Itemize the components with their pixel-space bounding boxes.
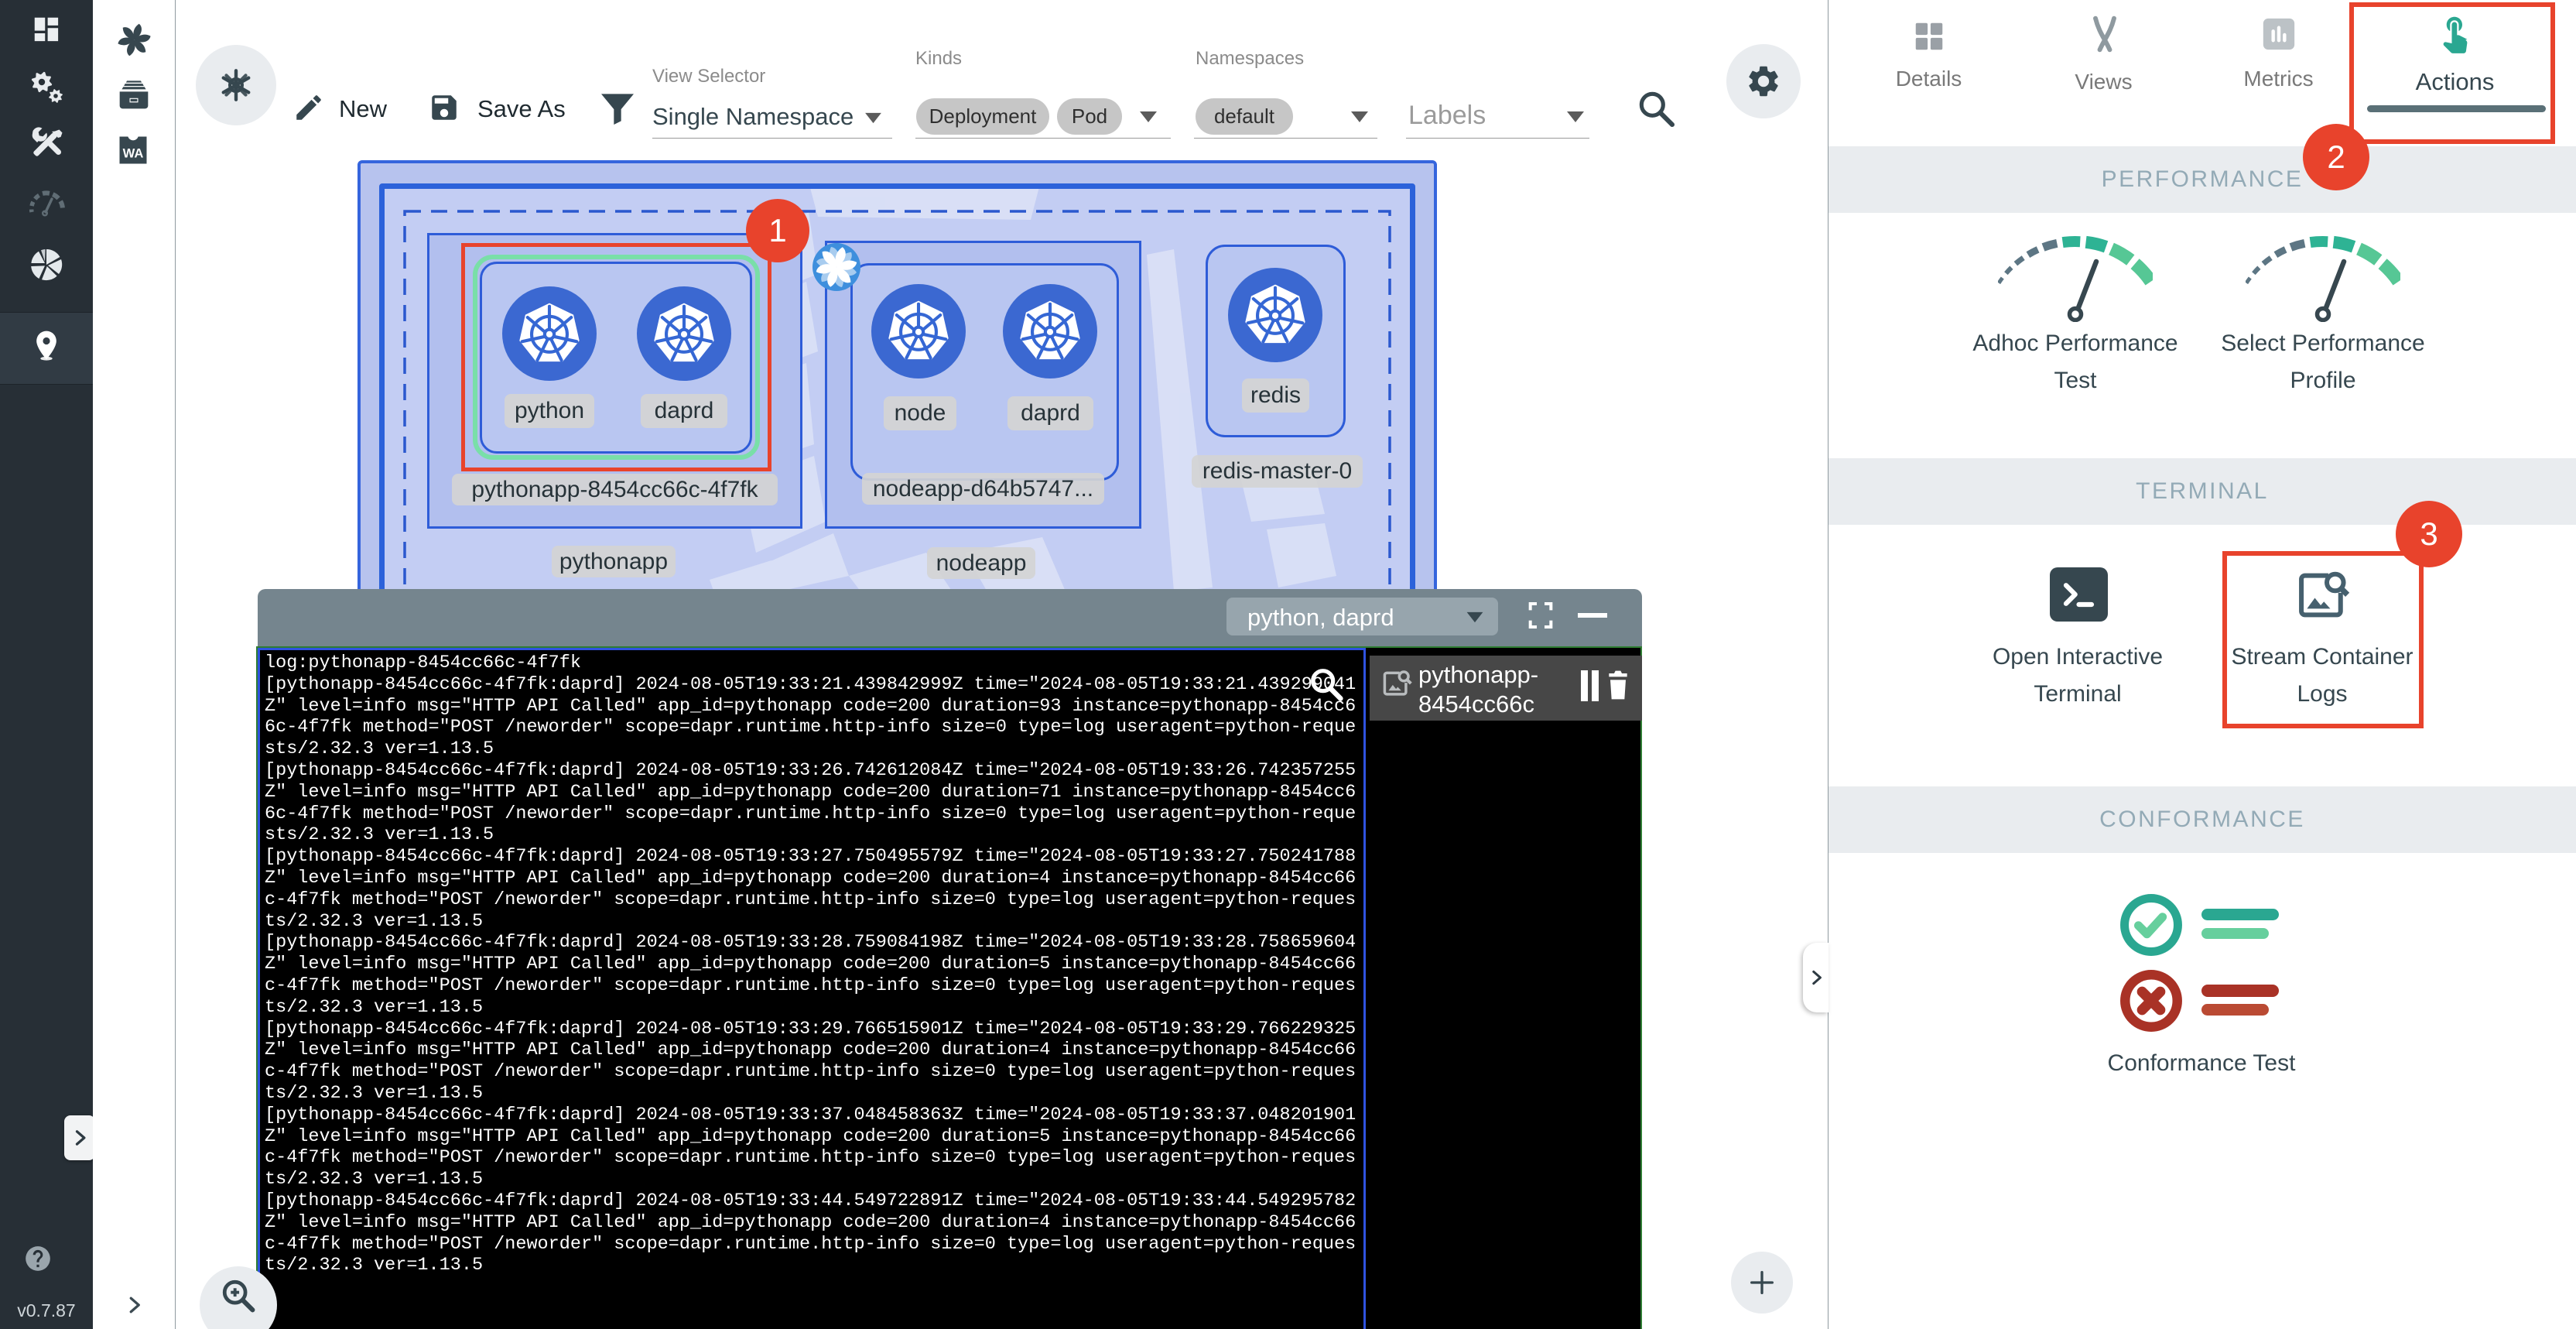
svg-text:WA: WA — [123, 146, 144, 161]
